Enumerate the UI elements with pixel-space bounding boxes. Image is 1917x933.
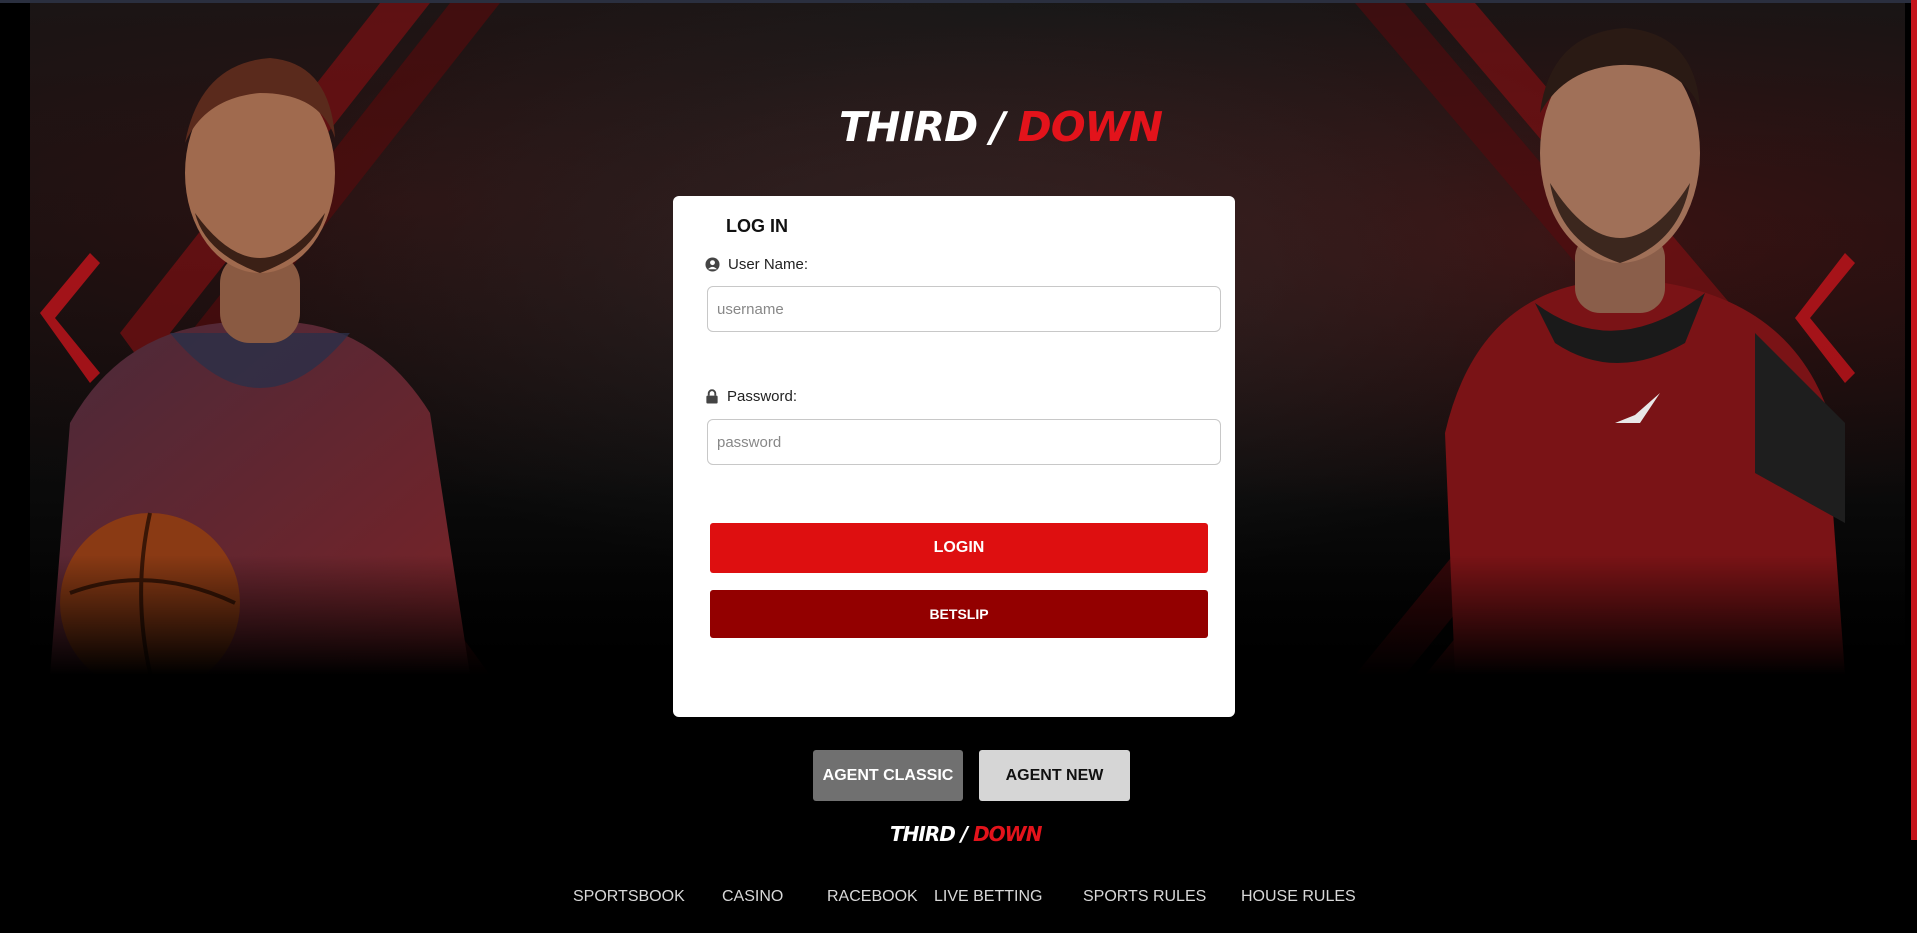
password-label-text: Password: (727, 388, 798, 405)
footer-link-sportsbook[interactable]: SPORTSBOOK (573, 888, 685, 906)
betslip-button[interactable]: BETSLIP (710, 590, 1208, 638)
login-card: LOG IN User Name: Password: LOGIN BETSLI… (673, 196, 1235, 717)
footer-logo-part-2: DOWN (973, 822, 1042, 846)
username-label-text: User Name: (728, 256, 809, 273)
logo-part-2: DOWN (1017, 103, 1163, 151)
user-circle-icon (705, 257, 720, 272)
football-player-image (1355, 3, 1855, 675)
login-title: LOG IN (726, 216, 788, 236)
username-label: User Name: (705, 256, 808, 273)
footer-link-house-rules[interactable]: HOUSE RULES (1241, 888, 1356, 906)
password-label: Password: (705, 388, 797, 405)
footer-link-live-betting[interactable]: LIVE BETTING (934, 888, 1042, 906)
footer-link-sports-rules[interactable]: SPORTS RULES (1083, 888, 1206, 906)
brand-logo: THIRD / DOWN (839, 103, 1163, 151)
right-accent-bar (1911, 0, 1917, 840)
logo-separator: / (977, 103, 1018, 151)
footer-logo-separator: / (954, 822, 974, 846)
username-input[interactable] (707, 286, 1221, 332)
footer-link-casino[interactable]: CASINO (722, 888, 783, 906)
basketball-player-image (40, 3, 500, 675)
logo-part-1: THIRD (839, 103, 978, 151)
footer-logo: THIRD / DOWN (890, 822, 1042, 846)
footer-link-racebook[interactable]: RACEBOOK (827, 888, 918, 906)
footer-logo-part-1: THIRD (890, 822, 956, 846)
password-input[interactable] (707, 419, 1221, 465)
agent-classic-button[interactable]: AGENT CLASSIC (813, 750, 963, 801)
agent-new-button[interactable]: AGENT NEW (979, 750, 1130, 801)
lock-icon (706, 389, 718, 404)
login-button[interactable]: LOGIN (710, 523, 1208, 573)
